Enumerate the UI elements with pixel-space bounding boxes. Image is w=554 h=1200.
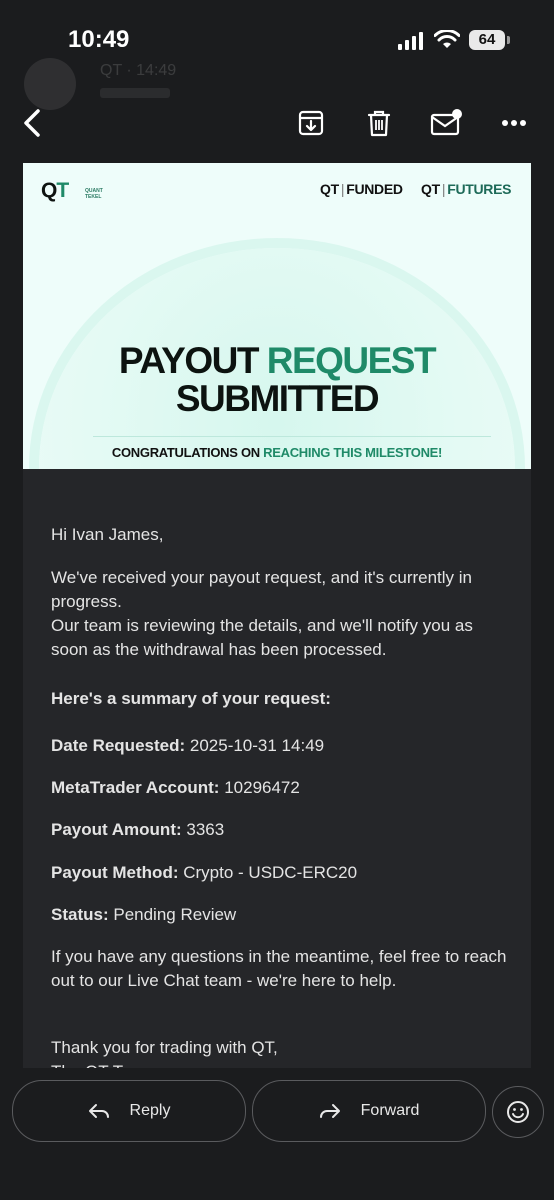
method-row: Payout Method: Crypto - USDC-ERC20 <box>51 861 511 885</box>
reply-icon <box>88 1104 109 1118</box>
amount-value: 3363 <box>186 820 225 839</box>
status-label: Status: <box>51 905 109 924</box>
more-options-button[interactable] <box>490 95 538 151</box>
account-row: MetaTrader Account: 10296472 <box>51 776 511 800</box>
account-value: 10296472 <box>224 778 300 797</box>
brand1-prefix: QT <box>320 181 339 197</box>
intro-line2: Our team is reviewing the details, and w… <box>51 616 473 659</box>
banner-divider <box>93 436 491 437</box>
summary-heading: Here's a summary of your request: <box>51 689 331 708</box>
brand1-separator: | <box>340 181 345 197</box>
cellular-signal-icon <box>398 32 423 50</box>
email-body: QT QUANT TEKEL QT | FUNDED QT | FUTURES PAYO… <box>23 163 531 1068</box>
headline-request: REQUEST <box>266 340 437 381</box>
congrats-dark: CONGRATULATIONS ON <box>111 445 260 460</box>
delete-button[interactable] <box>355 95 403 151</box>
account-label: MetaTrader Account: <box>51 778 220 797</box>
brand2-suffix: FUTURES <box>447 181 512 197</box>
sender-name: QT · 14:49 <box>100 62 177 79</box>
status-value: Pending Review <box>113 905 237 924</box>
congrats-accent: REACHING THIS MILESTONE! <box>263 445 443 460</box>
qt-logo-q: Q <box>41 179 57 202</box>
mark-unread-button[interactable] <box>422 95 470 151</box>
banner-headline-line2: SUBMITTED <box>175 378 380 419</box>
headline-payout: PAYOUT <box>118 340 260 381</box>
qt-funded-logo: QT | FUNDED <box>320 181 403 197</box>
bottom-action-bar: Reply Forward <box>0 1072 554 1200</box>
forward-icon <box>319 1104 340 1118</box>
method-label: Payout Method: <box>51 863 179 882</box>
questions-paragraph: If you have any questions in the meantim… <box>51 947 507 990</box>
qt-logo: QT <box>41 179 69 203</box>
archive-button[interactable] <box>287 95 335 151</box>
archive-icon <box>298 110 324 136</box>
trash-icon <box>367 110 391 137</box>
battery-tip <box>507 36 510 44</box>
date-value: 2025-10-31 14:49 <box>189 736 325 755</box>
signoff-line: The QT Team <box>51 1060 511 1068</box>
status-time: 10:49 <box>68 26 130 53</box>
intro-line1: We've received your payout request, and … <box>51 568 472 611</box>
banner-headline-line1: PAYOUT REQUEST <box>23 341 531 381</box>
more-icon <box>502 120 526 126</box>
reply-label: Reply <box>129 1102 171 1119</box>
brand2-separator: | <box>441 181 446 197</box>
qt-logo-t: T <box>56 179 69 202</box>
forward-button[interactable]: Forward <box>252 1080 486 1142</box>
battery-indicator: 64 <box>469 30 505 50</box>
wifi-icon <box>434 30 460 48</box>
qt-logo-subtext: QUANT TEKEL <box>85 188 103 200</box>
thanks-line: Thank you for trading with QT, <box>51 1038 278 1057</box>
amount-label: Payout Amount: <box>51 820 182 839</box>
emoji-reaction-button[interactable] <box>492 1086 544 1138</box>
email-toolbar <box>0 95 554 153</box>
intro-paragraph: We've received your payout request, and … <box>51 566 511 662</box>
mark-unread-icon <box>430 109 462 136</box>
email-banner-image: QT QUANT TEKEL QT | FUNDED QT | FUTURES PAYO… <box>23 163 531 469</box>
status-row: Status: Pending Review <box>51 903 511 927</box>
amount-row: Payout Amount: 3363 <box>51 818 511 842</box>
method-value: Crypto - USDC-ERC20 <box>183 863 358 882</box>
reply-button[interactable]: Reply <box>12 1080 246 1142</box>
greeting: Hi Ivan James, <box>51 525 164 544</box>
back-arrow-icon <box>24 109 40 137</box>
qt-futures-logo: QT | FUTURES <box>421 181 512 197</box>
back-button[interactable] <box>8 95 56 151</box>
smiley-icon <box>507 1101 529 1123</box>
banner-congrats: CONGRATULATIONS ON REACHING THIS MILESTO… <box>23 445 531 460</box>
date-label: Date Requested: <box>51 736 186 755</box>
forward-label: Forward <box>360 1102 420 1119</box>
date-requested-row: Date Requested: 2025-10-31 14:49 <box>51 734 511 758</box>
brand1-suffix: FUNDED <box>346 181 403 197</box>
brand2-prefix: QT <box>421 181 440 197</box>
